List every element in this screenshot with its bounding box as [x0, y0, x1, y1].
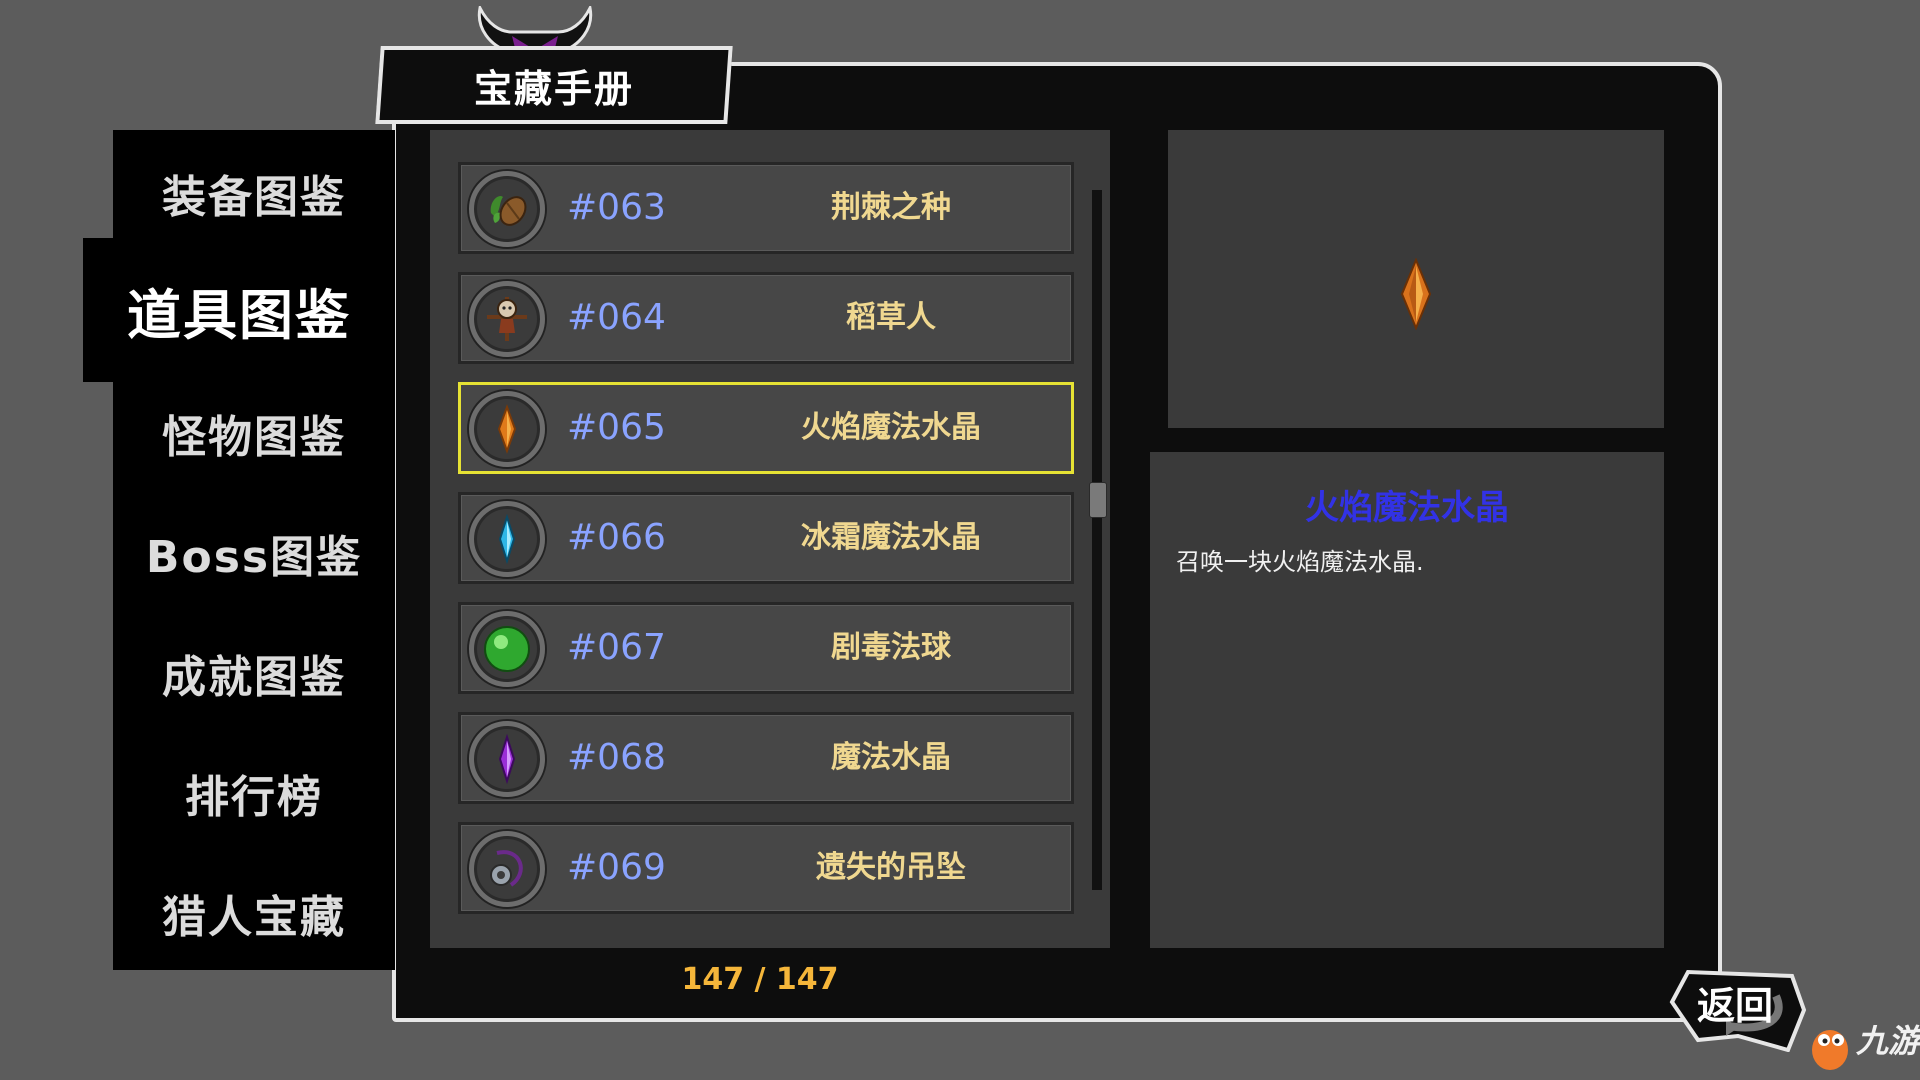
nav-item-achievements[interactable]: 成就图鉴 [113, 618, 395, 728]
nav-item-items[interactable]: 道具图鉴 [83, 238, 395, 382]
nav-item-label: 怪物图鉴 [162, 412, 346, 463]
list-item[interactable]: #066 冰霜魔法水晶 [458, 492, 1074, 584]
nav-item-label: Boss图鉴 [145, 532, 363, 583]
item-count: 147 / 147 [681, 962, 839, 997]
scrollbar-thumb[interactable] [1089, 482, 1107, 518]
item-name: 魔法水晶 [831, 740, 951, 775]
nav-item-leaderboard[interactable]: 排行榜 [113, 738, 395, 848]
poison-orb-icon [469, 611, 545, 687]
item-name: 遗失的吊坠 [816, 850, 966, 885]
nav-item-monsters[interactable]: 怪物图鉴 [113, 378, 395, 488]
list-item-selected[interactable]: #065 火焰魔法水晶 [458, 382, 1074, 474]
nav-item-label: 排行榜 [185, 772, 323, 823]
item-name: 剧毒法球 [831, 630, 951, 665]
item-number: #064 [567, 297, 666, 338]
magic-crystal-icon [469, 721, 545, 797]
detail-title: 火焰魔法水晶 [1305, 488, 1509, 528]
ice-crystal-icon [469, 501, 545, 577]
list-item[interactable]: #063 荆棘之种 [458, 162, 1074, 254]
item-number: #067 [567, 627, 666, 668]
list-item[interactable]: #067 剧毒法球 [458, 602, 1074, 694]
item-name: 火焰魔法水晶 [801, 410, 981, 445]
category-nav: 装备图鉴 道具图鉴 怪物图鉴 Boss图鉴 成就图鉴 排行榜 猎人宝藏 [83, 130, 395, 970]
list-item[interactable]: #068 魔法水晶 [458, 712, 1074, 804]
nav-item-equipment[interactable]: 装备图鉴 [113, 138, 395, 248]
watermark-text: 九游 [1856, 1022, 1920, 1060]
window-title: 宝藏手册 [473, 66, 634, 111]
fire-crystal-icon [469, 391, 545, 467]
nav-item-hunter-treasure[interactable]: 猎人宝藏 [113, 858, 395, 968]
item-detail-panel: 火焰魔法水晶 召唤一块火焰魔法水晶. [1150, 452, 1664, 948]
thorn-seed-icon [469, 171, 545, 247]
item-list-panel: #063 荆棘之种 #064 稻草人 #065 火焰魔法水晶 #066 冰霜魔法… [430, 130, 1110, 948]
list-item[interactable]: #069 遗失的吊坠 [458, 822, 1074, 914]
nav-item-label: 装备图鉴 [162, 172, 346, 223]
item-preview-panel [1168, 130, 1664, 428]
item-number: #069 [567, 847, 666, 888]
back-button-label[interactable]: 返回 [1690, 975, 1780, 1030]
item-number: #068 [567, 737, 666, 778]
item-name: 稻草人 [846, 300, 936, 335]
lost-pendant-icon [469, 831, 545, 907]
detail-description: 召唤一块火焰魔法水晶. [1176, 548, 1424, 576]
nav-item-label: 道具图鉴 [127, 283, 351, 347]
item-name: 荆棘之种 [831, 190, 951, 225]
item-number: #063 [567, 187, 666, 228]
window-title-tab: 宝藏手册 [375, 46, 733, 124]
list-scrollbar[interactable] [1089, 190, 1107, 890]
item-name: 冰霜魔法水晶 [801, 520, 981, 555]
list-item[interactable]: #064 稻草人 [458, 272, 1074, 364]
nav-item-bosses[interactable]: Boss图鉴 [113, 498, 395, 608]
item-number: #066 [567, 517, 666, 558]
item-number: #065 [567, 407, 666, 448]
nav-item-label: 猎人宝藏 [162, 892, 346, 943]
nav-item-label: 成就图鉴 [162, 652, 346, 703]
fire-crystal-preview-icon [1400, 258, 1432, 330]
scarecrow-icon [469, 281, 545, 357]
